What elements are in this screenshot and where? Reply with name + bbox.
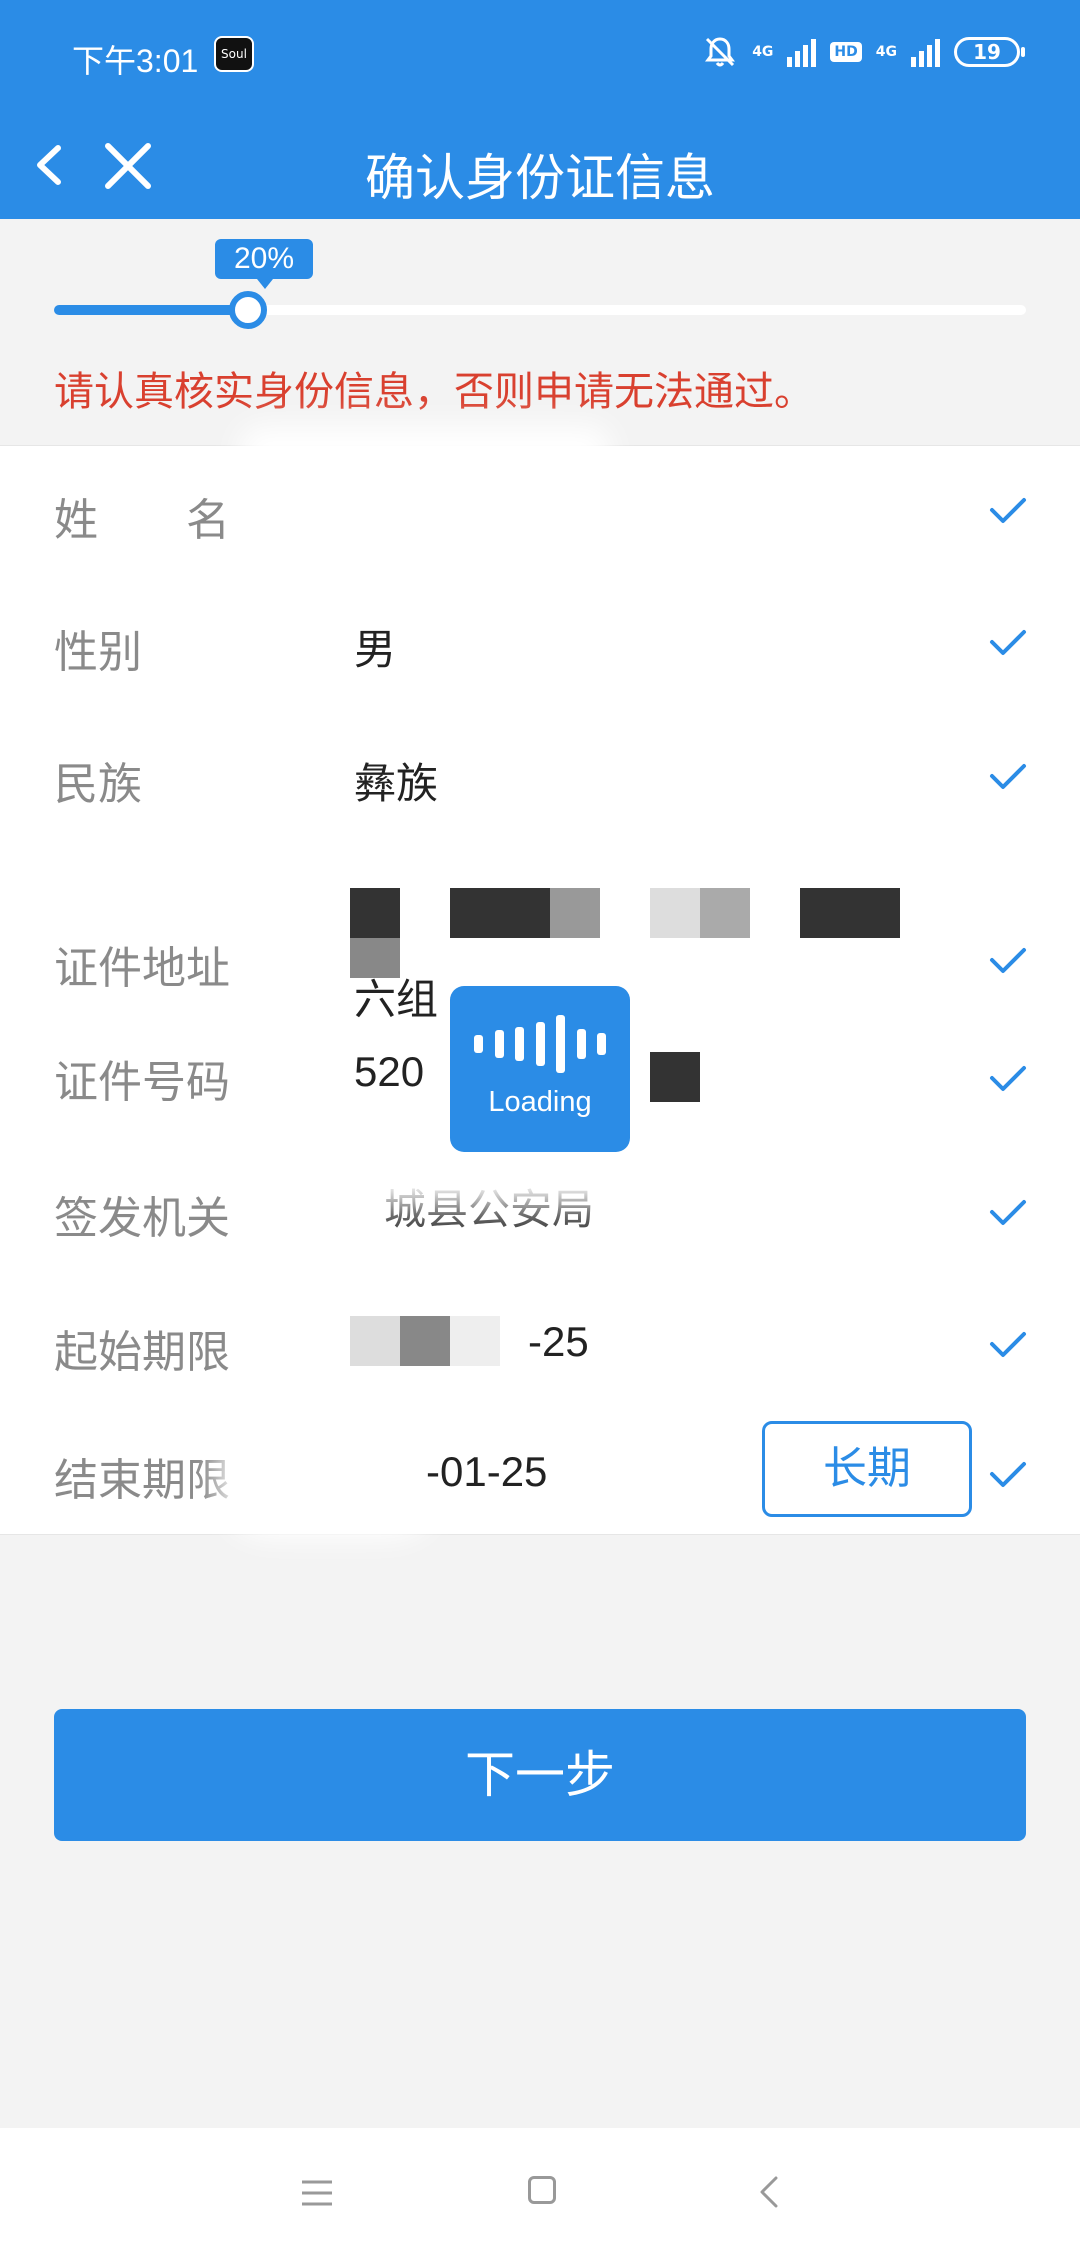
pixelated-redaction — [450, 888, 550, 938]
pixelated-redaction — [550, 888, 600, 938]
check-icon — [990, 630, 1026, 655]
home-icon[interactable] — [528, 2176, 556, 2204]
bell-off-icon — [705, 37, 736, 67]
blur-redaction — [250, 1448, 410, 1508]
progress-knob — [229, 291, 268, 329]
blur-redaction — [340, 1168, 640, 1174]
signal-icon-2 — [911, 37, 940, 67]
check-icon — [990, 1462, 1026, 1487]
pixelated-redaction — [650, 1052, 700, 1102]
top-app-bar: 下午3:01 Soul 4G HD 4G 19 确认身份证信息 — [0, 0, 1080, 219]
page-title: 确认身份证信息 — [365, 149, 715, 207]
blur-redaction — [270, 456, 580, 466]
ethnicity-label: 民族 — [54, 759, 142, 810]
progress-section: 20% 请认真核实身份信息，否则申请无法通过。 — [0, 219, 1080, 445]
check-icon — [990, 948, 1026, 973]
battery-indicator: 19 — [954, 37, 1025, 67]
check-icon — [990, 764, 1026, 789]
id-number-label: 证件号码 — [54, 1057, 230, 1108]
next-step-button[interactable]: 下一步 — [54, 1709, 1026, 1841]
network-4g-label-1: 4G — [752, 44, 774, 60]
gender-value: 男 — [354, 626, 397, 673]
pixelated-redaction — [350, 1316, 400, 1366]
id-number-value: 520 — [354, 1048, 425, 1095]
check-icon — [990, 1332, 1026, 1357]
form-row-address: 证件地址 六组 — [0, 838, 1080, 1023]
pixelated-redaction — [350, 888, 400, 938]
hd-badge: HD — [830, 42, 862, 62]
form-row-start-date: 起始期限 -25 — [0, 1278, 1080, 1408]
loading-text: Loading — [488, 1086, 592, 1118]
start-date-value: -25 — [528, 1318, 589, 1365]
back-icon[interactable] — [756, 2174, 782, 2210]
signal-icon-1 — [787, 37, 817, 67]
status-bar: 下午3:01 Soul 4G HD 4G 19 — [0, 0, 1080, 110]
progress-track — [54, 291, 1026, 329]
issuer-label: 签发机关 — [54, 1193, 230, 1244]
name-label: 姓 名 — [54, 495, 230, 546]
address-label: 证件地址 — [54, 943, 230, 994]
progress-fill — [54, 305, 249, 315]
progress-percent-badge: 20% — [215, 239, 313, 289]
start-date-label: 起始期限 — [54, 1327, 230, 1378]
status-time: 下午3:01 — [72, 43, 199, 79]
form-row-issuer: 签发机关 城县公安局 — [0, 1148, 1080, 1278]
pixelated-redaction — [650, 888, 700, 938]
loading-toast: Loading — [450, 986, 630, 1152]
ethnicity-value: 彝族 — [354, 760, 439, 807]
check-icon — [990, 498, 1026, 523]
pixelated-redaction — [700, 888, 750, 938]
menu-icon[interactable] — [300, 2178, 334, 2208]
check-icon — [990, 1200, 1026, 1225]
warning-text: 请认真核实身份信息，否则申请无法通过。 — [54, 369, 814, 415]
pixelated-redaction — [450, 1316, 500, 1366]
status-icons: 4G HD 4G 19 — [702, 34, 1025, 70]
check-icon — [990, 1066, 1026, 1091]
form-row-gender: 性别 男 — [0, 576, 1080, 706]
form-row-ethnicity: 民族 彝族 — [0, 708, 1080, 838]
network-4g-label-2: 4G — [875, 44, 897, 60]
issuer-value: 城县公安局 — [384, 1186, 595, 1233]
gender-label: 性别 — [54, 627, 142, 678]
long-term-button[interactable]: 长期 — [762, 1421, 972, 1517]
loading-bars-icon — [474, 1014, 606, 1074]
soul-app-icon: Soul — [214, 36, 254, 72]
form-row-name: 姓 名 — [0, 446, 1080, 576]
end-date-value: -01-25 — [426, 1448, 548, 1495]
end-date-label: 结束期限 — [54, 1455, 230, 1506]
navigation-bar: 确认身份证信息 — [0, 110, 1080, 219]
system-navigation-bar — [0, 2128, 1080, 2258]
pixelated-redaction — [400, 1316, 450, 1366]
pixelated-redaction — [800, 888, 900, 938]
